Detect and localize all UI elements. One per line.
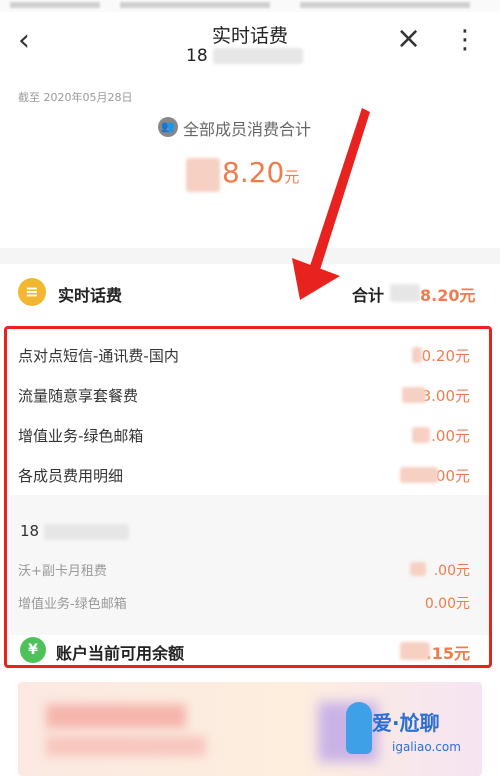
close-icon[interactable]: × bbox=[396, 22, 421, 56]
group-member-icon: 👥 bbox=[158, 117, 178, 137]
section-sum-label: 合计 bbox=[352, 286, 385, 305]
total-unit: 元 bbox=[284, 168, 300, 186]
watermark-text: 爱·尬聊 bbox=[372, 711, 440, 735]
status-bar bbox=[0, 0, 500, 12]
watermark-logo-icon bbox=[346, 702, 372, 754]
section-divider bbox=[0, 248, 500, 264]
phone-number: 18 bbox=[186, 46, 304, 66]
sum-masked bbox=[390, 284, 420, 302]
arrow-head bbox=[292, 258, 340, 300]
total-masked bbox=[186, 158, 220, 192]
watermark-domain: igaliao.com bbox=[392, 740, 461, 754]
section-title: 实时话费 bbox=[58, 286, 123, 305]
member-total-label: 全部成员消费合计 bbox=[183, 120, 312, 139]
banner-blur bbox=[46, 704, 186, 728]
phone-number-prefix: 18 bbox=[186, 46, 208, 66]
menu-list-icon: ≡ bbox=[18, 278, 46, 306]
page-title: 实时话费 bbox=[211, 25, 288, 47]
phone-number-masked bbox=[213, 48, 304, 64]
more-options-icon[interactable]: ⋮ bbox=[452, 24, 478, 56]
total-amount: 8.20元 bbox=[222, 156, 299, 189]
highlight-box bbox=[4, 326, 492, 668]
total-value: 8.20 bbox=[222, 156, 285, 189]
as-of-date: 截至 2020年05月28日 bbox=[18, 91, 133, 104]
section-sum-value: 8.20元 bbox=[420, 286, 476, 305]
banner-blur bbox=[46, 736, 206, 756]
